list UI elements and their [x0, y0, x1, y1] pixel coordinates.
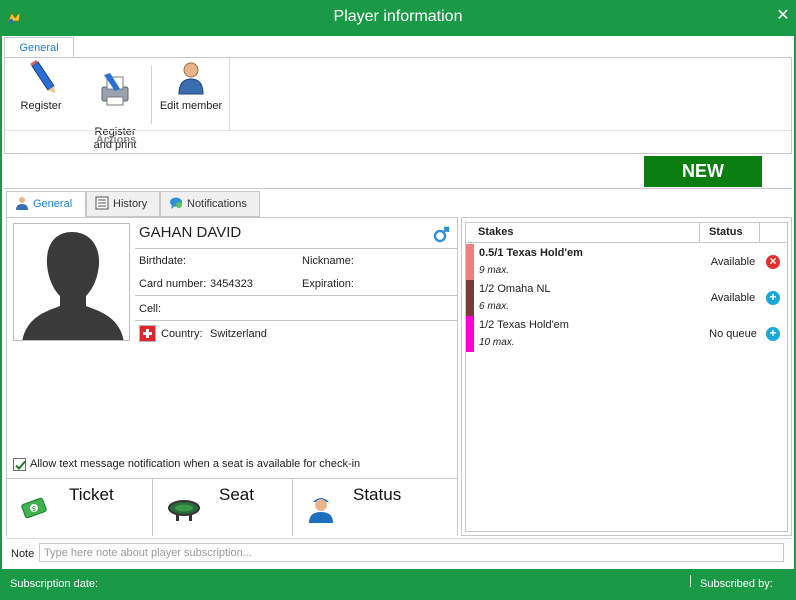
poker-table-icon: [168, 500, 200, 521]
stake-name: 1/2 Omaha NL: [479, 283, 551, 295]
player-details-panel: GAHAN DAVID Birthdate: Nickname: Card nu…: [6, 217, 458, 536]
column-separator: [699, 223, 700, 243]
add-icon[interactable]: +: [766, 327, 780, 341]
status-label: Status: [353, 485, 402, 504]
status-separator: [690, 575, 691, 587]
ribbon-separator: [151, 66, 152, 124]
seat-button[interactable]: Seat: [153, 478, 293, 536]
stakes-column-header[interactable]: Stakes: [478, 226, 513, 238]
ribbon-group-label: Actions: [95, 134, 137, 146]
subscription-date-label: Subscription date:: [10, 578, 99, 590]
ticket-label: Ticket: [69, 485, 114, 504]
stake-status: Available: [710, 292, 756, 304]
table-header: Stakes Status: [466, 223, 787, 243]
status-badge: NEW: [644, 156, 762, 187]
table-row[interactable]: 1/2 Omaha NL 6 max. Available +: [466, 280, 787, 316]
list-icon: [95, 196, 109, 210]
avatar[interactable]: [13, 223, 130, 341]
status-column-header[interactable]: Status: [709, 226, 743, 238]
register-button[interactable]: Register: [15, 60, 67, 113]
subscribed-by-label: Subscribed by:: [700, 578, 773, 590]
cell-label: Cell:: [139, 303, 162, 315]
title-bar: Player information ✕: [0, 0, 796, 36]
player-name: GAHAN DAVID: [139, 224, 242, 241]
sms-notification-checkbox[interactable]: [13, 458, 26, 471]
country-label: Country:: [161, 328, 203, 340]
person-silhouette-icon: [14, 224, 129, 340]
stake-color-bar: [466, 316, 474, 352]
table-row[interactable]: 0.5/1 Texas Hold'em 9 max. Available ×: [466, 244, 787, 280]
note-input[interactable]: [39, 543, 784, 562]
stake-max: 10 max.: [479, 337, 515, 348]
tab-notifications[interactable]: Notifications: [160, 191, 260, 217]
tab-history[interactable]: History: [86, 191, 160, 217]
nickname-label: Nickname:: [302, 255, 354, 267]
tab-general-label: General: [33, 198, 73, 210]
column-separator: [759, 223, 760, 243]
card-number-value: 3454323: [210, 278, 253, 290]
ribbon: Register Register and print Edit member …: [4, 57, 792, 154]
tab-general[interactable]: General: [6, 191, 86, 218]
card-number-label: Card number:: [139, 278, 207, 290]
stake-name: 0.5/1 Texas Hold'em: [479, 247, 583, 259]
ticket-icon: $: [21, 497, 47, 519]
stake-status: Available: [710, 256, 756, 268]
expiration-label: Expiration:: [302, 278, 354, 290]
note-label: Note: [11, 548, 35, 560]
svg-text:$: $: [32, 505, 36, 513]
divider: [4, 188, 792, 189]
tab-notifications-label: Notifications: [187, 198, 247, 210]
stake-color-bar: [466, 244, 474, 280]
stake-max: 9 max.: [479, 265, 510, 276]
pencil-icon: [30, 60, 55, 93]
stake-name: 1/2 Texas Hold'em: [479, 319, 569, 331]
stake-status: No queue: [709, 328, 757, 340]
sms-notification-label: Allow text message notification when a s…: [30, 458, 361, 470]
close-icon[interactable]: ✕: [776, 8, 790, 24]
remove-icon[interactable]: ×: [766, 255, 780, 269]
user-icon: [178, 62, 204, 95]
ribbon-group-actions: Register Register and print Edit member: [5, 58, 230, 151]
edit-member-label: Edit member: [159, 100, 223, 112]
male-icon: [433, 226, 450, 243]
country-value: Switzerland: [210, 328, 267, 340]
divider: [135, 320, 457, 321]
edit-member-button[interactable]: Edit member: [157, 60, 225, 113]
stakes-table: Stakes Status 0.5/1 Texas Hold'em 9 max.…: [465, 222, 788, 532]
birthdate-label: Birthdate:: [139, 255, 187, 267]
printer-icon: [101, 73, 129, 106]
stake-color-bar: [466, 280, 474, 316]
status-button[interactable]: Status: [293, 478, 457, 536]
chat-icon: [170, 197, 182, 210]
add-icon[interactable]: +: [766, 291, 780, 305]
stake-max: 6 max.: [479, 301, 510, 312]
window-title: Player information: [333, 8, 463, 25]
user-icon: [16, 197, 28, 211]
table-row[interactable]: 1/2 Texas Hold'em 10 max. No queue +: [466, 316, 787, 352]
register-label: Register: [20, 100, 62, 112]
person-cap-icon: [309, 498, 333, 523]
status-bar: Subscription date: Subscribed by:: [0, 569, 796, 600]
note-row: Note: [6, 538, 792, 566]
stakes-panel: Stakes Status 0.5/1 Texas Hold'em 9 max.…: [461, 217, 792, 536]
tab-history-label: History: [113, 198, 148, 210]
ribbon-divider: [5, 130, 791, 131]
checkmark-icon: [15, 460, 26, 470]
ribbon-tab-general[interactable]: General: [4, 37, 74, 58]
divider: [135, 248, 457, 249]
divider: [135, 295, 457, 296]
swiss-flag-icon: [139, 325, 156, 342]
seat-label: Seat: [219, 485, 254, 504]
ticket-button[interactable]: $ Ticket: [7, 478, 153, 536]
